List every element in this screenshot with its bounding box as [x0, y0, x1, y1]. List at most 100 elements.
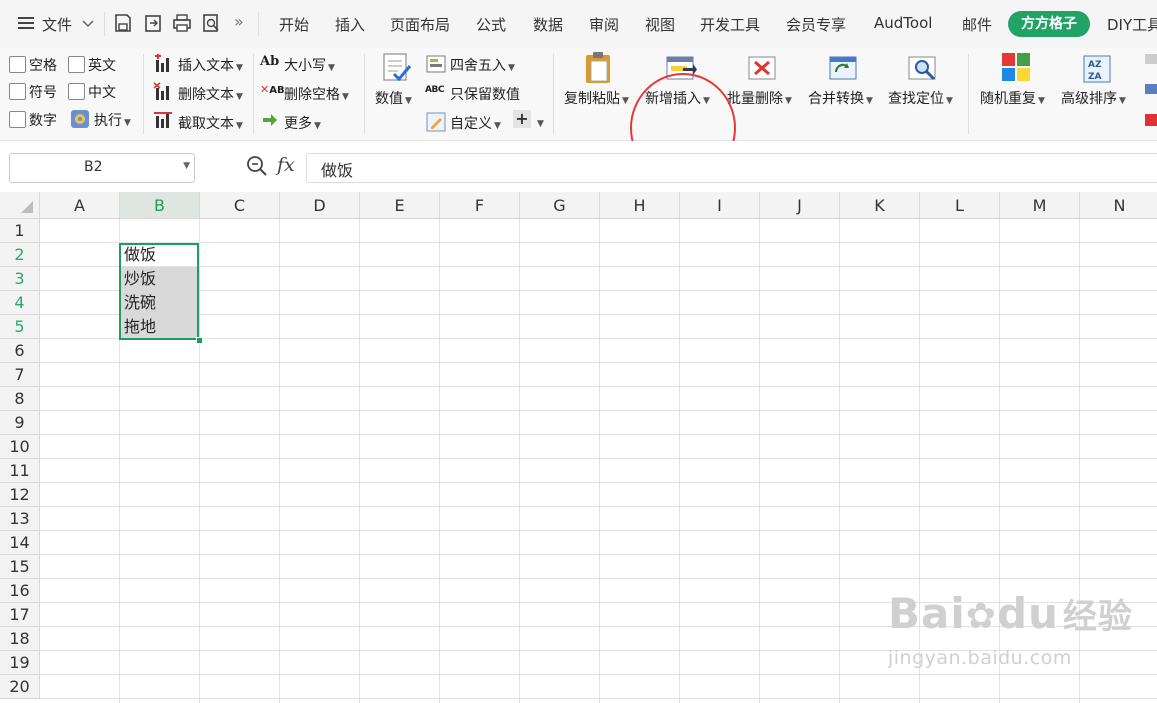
- tab-diy-tools[interactable]: DIY工具: [1107, 14, 1157, 35]
- gridline-col: [839, 219, 840, 703]
- row-header-13[interactable]: 13: [0, 507, 40, 531]
- file-menu[interactable]: 文件: [42, 14, 72, 35]
- gridline-col: [359, 219, 360, 703]
- column-header-g[interactable]: G: [520, 192, 600, 219]
- checkbox-chinese[interactable]: [68, 83, 85, 100]
- row-header-14[interactable]: 14: [0, 531, 40, 555]
- copy-paste-button[interactable]: 复制粘贴 ▼: [564, 88, 629, 108]
- tab-insert[interactable]: 插入: [335, 14, 365, 35]
- more-button[interactable]: 更多 ▼: [284, 113, 321, 133]
- row-header-5[interactable]: 5: [0, 315, 40, 339]
- tab-home[interactable]: 开始: [279, 14, 309, 35]
- name-box[interactable]: B2 ▼: [9, 153, 195, 183]
- tab-member[interactable]: 会员专享: [786, 14, 846, 35]
- advanced-sort-button[interactable]: 高级排序 ▼: [1061, 88, 1126, 108]
- tab-page-layout[interactable]: 页面布局: [390, 14, 450, 35]
- tab-mail[interactable]: 邮件: [962, 14, 992, 35]
- save-icon[interactable]: [113, 13, 133, 33]
- select-all-corner[interactable]: [0, 192, 40, 219]
- delete-text-icon: [153, 82, 171, 100]
- row-header-16[interactable]: 16: [0, 579, 40, 603]
- case-icon: Ab: [260, 54, 280, 69]
- column-header-f[interactable]: F: [440, 192, 520, 219]
- gridline-col: [439, 219, 440, 703]
- column-header-j[interactable]: J: [760, 192, 840, 219]
- checkbox-space[interactable]: [9, 56, 26, 73]
- row-header-6[interactable]: 6: [0, 339, 40, 363]
- print-icon[interactable]: [172, 13, 192, 33]
- tab-formulas[interactable]: 公式: [476, 14, 506, 35]
- random-repeat-button[interactable]: 随机重复 ▼: [980, 88, 1045, 108]
- tab-review[interactable]: 审阅: [589, 14, 619, 35]
- find-locate-button[interactable]: 查找定位 ▼: [888, 88, 953, 108]
- column-header-a[interactable]: A: [40, 192, 120, 219]
- row-header-17[interactable]: 17: [0, 603, 40, 627]
- round-button[interactable]: 四舍五入 ▼: [450, 55, 515, 75]
- custom-button[interactable]: 自定义 ▼: [450, 113, 501, 133]
- tab-view[interactable]: 视图: [645, 14, 675, 35]
- plus-icon[interactable]: +: [513, 110, 531, 128]
- tab-data[interactable]: 数据: [533, 14, 563, 35]
- insert-text-button[interactable]: 插入文本 ▼: [178, 55, 243, 75]
- execute-button[interactable]: 执行 ▼: [94, 110, 131, 130]
- checkbox-number[interactable]: [9, 111, 26, 128]
- fx-icon[interactable]: fx: [277, 154, 295, 176]
- column-header-h[interactable]: H: [600, 192, 680, 219]
- row-header-15[interactable]: 15: [0, 555, 40, 579]
- row-header-11[interactable]: 11: [0, 459, 40, 483]
- column-header-e[interactable]: E: [360, 192, 440, 219]
- tab-developer[interactable]: 开发工具: [700, 14, 760, 35]
- name-box-dropdown-icon[interactable]: ▼: [183, 161, 190, 171]
- advanced-sort-icon: AZ ZA: [1082, 54, 1112, 84]
- row-header-2[interactable]: 2: [0, 243, 40, 267]
- value-button[interactable]: 数值 ▼: [375, 88, 412, 108]
- checkbox-symbol[interactable]: [9, 83, 26, 100]
- checkbox-english[interactable]: [68, 56, 85, 73]
- batch-delete-button[interactable]: 批量删除 ▼: [727, 88, 792, 108]
- chevron-down-icon[interactable]: [80, 13, 100, 33]
- row-header-7[interactable]: 7: [0, 363, 40, 387]
- column-header-i[interactable]: I: [680, 192, 760, 219]
- row-header-18[interactable]: 18: [0, 627, 40, 651]
- row-header-12[interactable]: 12: [0, 483, 40, 507]
- row-header-3[interactable]: 3: [0, 267, 40, 291]
- column-header-k[interactable]: K: [840, 192, 920, 219]
- print-preview-icon[interactable]: [201, 13, 221, 33]
- merge-convert-button[interactable]: 合并转换 ▼: [808, 88, 873, 108]
- row-header-1[interactable]: 1: [0, 219, 40, 243]
- remove-space-button[interactable]: 删除空格 ▼: [284, 84, 349, 104]
- zoom-icon[interactable]: [246, 155, 268, 181]
- divider: [364, 54, 365, 134]
- fill-handle[interactable]: [196, 337, 203, 344]
- column-header-m[interactable]: M: [1000, 192, 1080, 219]
- keep-values-button[interactable]: 只保留数值: [450, 84, 520, 104]
- plus-dropdown[interactable]: ▼: [535, 114, 544, 130]
- column-header-l[interactable]: L: [920, 192, 1000, 219]
- formula-input[interactable]: 做饭: [306, 153, 1157, 183]
- overflow-icon[interactable]: [1143, 54, 1157, 126]
- divider: [143, 54, 144, 134]
- checkbox-label: 数字: [29, 113, 57, 129]
- watermark-paw-icon: ✿: [965, 596, 997, 637]
- tab-fangfanggezi[interactable]: 方方格子: [1008, 11, 1090, 37]
- execute-icon[interactable]: [70, 109, 89, 128]
- name-box-value: B2: [84, 159, 103, 175]
- row-header-10[interactable]: 10: [0, 435, 40, 459]
- column-header-d[interactable]: D: [280, 192, 360, 219]
- formula-bar: B2 ▼ fx 做饭: [0, 141, 1157, 192]
- row-header-19[interactable]: 19: [0, 651, 40, 675]
- tab-audtool[interactable]: AudTool: [874, 14, 932, 32]
- delete-text-button[interactable]: 删除文本 ▼: [178, 84, 243, 104]
- row-header-20[interactable]: 20: [0, 675, 40, 699]
- extract-text-button[interactable]: 截取文本 ▼: [178, 113, 243, 133]
- row-header-8[interactable]: 8: [0, 387, 40, 411]
- case-button[interactable]: 大小写 ▼: [284, 55, 335, 75]
- row-header-9[interactable]: 9: [0, 411, 40, 435]
- export-icon[interactable]: [143, 13, 163, 33]
- more-chevrons-icon[interactable]: »: [234, 12, 254, 32]
- column-header-n[interactable]: N: [1080, 192, 1157, 219]
- column-header-b[interactable]: B: [120, 192, 200, 219]
- column-header-c[interactable]: C: [200, 192, 280, 219]
- row-header-4[interactable]: 4: [0, 291, 40, 315]
- hamburger-menu-icon[interactable]: [16, 13, 36, 33]
